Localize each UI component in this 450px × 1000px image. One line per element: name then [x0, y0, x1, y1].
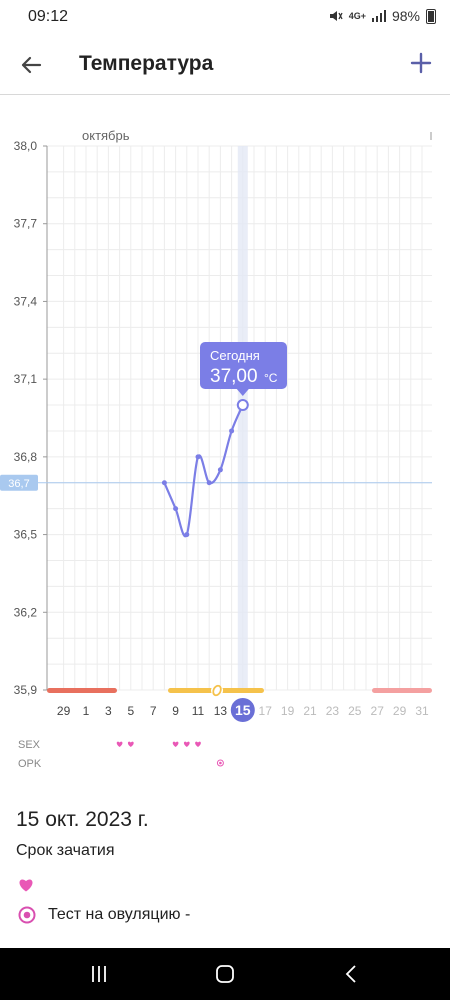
back-arrow-icon[interactable]: [16, 50, 46, 80]
ovulation-test-entry[interactable]: Тест на овуляцию -: [18, 906, 190, 924]
x-tick-label: 11: [192, 704, 205, 718]
sex-heart-marker: [116, 741, 123, 747]
status-time: 09:12: [28, 8, 69, 25]
temperature-point: [184, 532, 190, 538]
x-tick-label: 21: [303, 704, 317, 718]
cycle-phase: Срок зачатия: [16, 842, 115, 859]
ovulation-test-label: Тест на овуляцию -: [48, 906, 191, 923]
back-nav-icon[interactable]: [336, 962, 366, 986]
sex-heart-marker: [183, 741, 190, 747]
x-tick-label: 5: [127, 704, 134, 718]
x-tick-label: 19: [281, 704, 295, 718]
signal-icon: [371, 10, 386, 22]
temperature-point: [173, 506, 179, 512]
y-tick-label: 38,0: [14, 139, 38, 153]
today-point: [236, 399, 249, 412]
x-tick-label: 3: [105, 704, 112, 718]
selected-date: 15 окт. 2023 г.: [16, 808, 149, 831]
add-icon[interactable]: [406, 48, 436, 78]
opk-markers: [216, 759, 224, 767]
period-bar: [47, 688, 117, 693]
next-period-bar: [372, 688, 432, 693]
x-tick-label: 1: [83, 704, 90, 718]
battery-icon: [426, 8, 436, 24]
month-label: октябрь: [82, 128, 130, 143]
sex-entry[interactable]: [18, 878, 34, 897]
mute-icon: [329, 11, 343, 21]
x-tick-label: 29: [393, 704, 407, 718]
temperature-point: [161, 480, 167, 486]
network-type: 4G+: [348, 11, 366, 21]
x-tick-label: 9: [172, 704, 179, 718]
opk-marker-dot: [219, 761, 222, 765]
sex-heart-marker: [195, 741, 201, 747]
y-tick-labels: 38,0 37,7 37,4 37,1 36,8 36,5 36,2 35,9: [14, 139, 47, 697]
heart-icon: [19, 879, 33, 892]
temperature-line: [163, 404, 244, 538]
x-tick-label: 27: [371, 704, 385, 718]
y-tick-label: 36,5: [14, 528, 38, 542]
x-tick-label: 25: [348, 704, 362, 718]
x-tick-label: 23: [326, 704, 340, 718]
status-bar: 09:12 4G+ 98%: [0, 0, 450, 34]
tooltip-label: Сегодня: [210, 348, 260, 363]
system-nav-bar: [0, 948, 450, 1000]
sex-heart-marker: [127, 741, 134, 747]
y-tick-label: 37,7: [14, 217, 38, 231]
temperature-point: [229, 428, 235, 434]
y-tick-label: 36,8: [14, 450, 38, 464]
baseline-label: 36,7: [8, 478, 29, 490]
opk-row-label: OPK: [18, 758, 42, 770]
sex-heart-marker: [172, 741, 179, 747]
y-tick-label: 35,9: [14, 683, 38, 697]
y-tick-label: 37,4: [14, 294, 38, 308]
today-column: [237, 146, 248, 690]
y-tick-label: 37,1: [14, 372, 38, 386]
x-tick-label: 17: [259, 704, 273, 718]
battery-percent: 98%: [391, 8, 420, 24]
tooltip-unit: °C: [264, 371, 278, 385]
tooltip-value: 37,00: [210, 366, 258, 387]
today-date-label: 15: [235, 702, 251, 718]
recent-apps-icon[interactable]: [84, 962, 114, 986]
app-bar: Температура: [0, 34, 450, 95]
page-title: Температура: [79, 52, 214, 75]
x-tick-label: 13: [214, 704, 228, 718]
temperature-point: [195, 454, 201, 460]
temperature-chart: октябрь 38,0 37,7 37,4 37,1 36,8 36,5 36,2 35,9…: [0, 128, 432, 770]
home-icon[interactable]: [210, 962, 240, 986]
x-tick-label: 29: [57, 704, 71, 718]
status-icons: 4G+ 98%: [329, 8, 436, 24]
x-tick-label: 31: [415, 704, 429, 718]
sex-row-label: SEX: [18, 739, 41, 751]
y-tick-label: 36,2: [14, 605, 38, 619]
sex-markers: [116, 741, 201, 747]
x-tick-label: 7: [150, 704, 157, 718]
ovulation-test-icon: [18, 906, 36, 924]
today-tooltip[interactable]: Сегодня 37,00 °C: [200, 342, 287, 396]
temperature-point: [206, 480, 212, 486]
temperature-point: [217, 467, 223, 473]
